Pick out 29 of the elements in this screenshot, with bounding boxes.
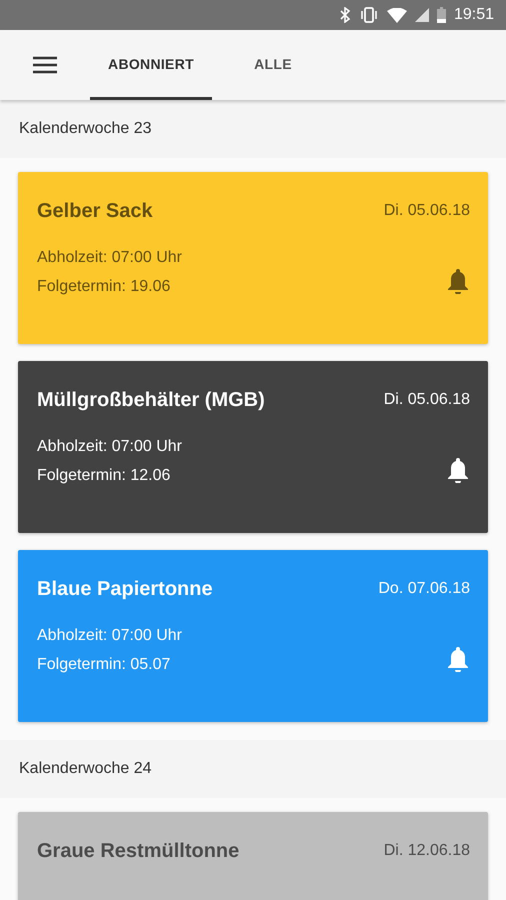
pickup-card[interactable]: Gelber Sack Di. 05.06.18 Abholzeit: 07:00 Uhr Folgetermin: 19.06	[18, 172, 488, 344]
pickup-card[interactable]: Müllgroßbehälter (MGB) Di. 05.06.18 Abholzeit: 07:00 Uhr Folgetermin: 12.06	[18, 361, 488, 533]
week-title: Kalenderwoche 23	[19, 120, 152, 138]
pickup-detail: Folgetermin: 19.06	[37, 278, 172, 296]
bin-name: Gelber Sack	[37, 200, 153, 223]
vibrate-icon	[358, 7, 379, 23]
bin-name: Blaue Papiertonne	[37, 578, 213, 601]
pickup-card[interactable]: Graue Restmülltonne Di. 12.06.18	[18, 812, 488, 900]
wifi-icon	[386, 8, 407, 22]
bluetooth-icon	[338, 7, 351, 23]
pickup-detail: Folgetermin: 05.07	[37, 656, 172, 674]
pickup-date: Di. 05.06.18	[384, 391, 470, 409]
bin-name: Graue Restmülltonne	[37, 840, 240, 863]
battery-icon	[436, 7, 446, 23]
clock-time: 19:51	[454, 6, 494, 24]
pickup-detail: Abholzeit: 07:00 Uhr	[37, 627, 182, 645]
pickup-detail: Folgetermin: 12.06	[37, 467, 172, 485]
tab[interactable]: ALLE	[212, 30, 334, 100]
pickup-date: Di. 05.06.18	[384, 202, 470, 220]
pickup-date: Di. 12.06.18	[384, 842, 470, 860]
menu-icon	[33, 56, 57, 74]
week-title: Kalenderwoche 24	[19, 760, 152, 778]
bell-icon[interactable]	[446, 268, 470, 294]
pickup-detail: Abholzeit: 07:00 Uhr	[37, 438, 182, 456]
pickup-date: Do. 07.06.18	[378, 580, 470, 598]
signal-icon	[414, 8, 429, 22]
bell-icon[interactable]	[446, 457, 470, 483]
pickup-detail: Abholzeit: 07:00 Uhr	[37, 249, 182, 267]
bin-name: Müllgroßbehälter (MGB)	[37, 389, 265, 412]
